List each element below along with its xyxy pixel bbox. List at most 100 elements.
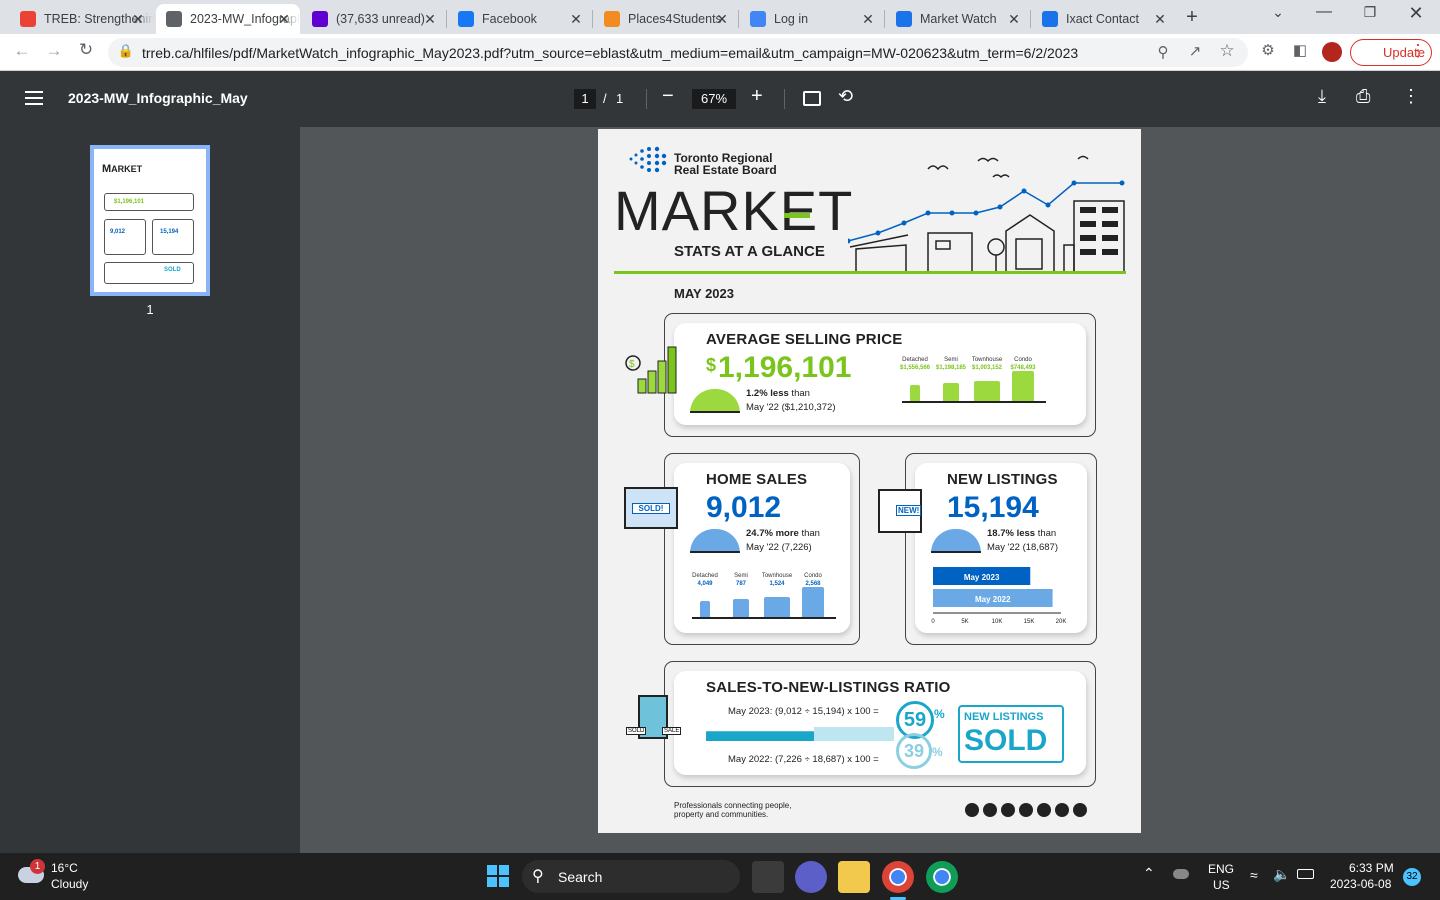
- ratio-2022-formula: May 2022: (7,226 ÷ 18,687) x 100 =: [728, 754, 879, 765]
- tab-3[interactable]: (37,633 unread) ✕: [302, 4, 446, 34]
- zoom-in-icon[interactable]: +: [751, 85, 763, 108]
- linkedin-icon[interactable]: [1001, 803, 1015, 817]
- pdf-viewport[interactable]: Toronto Regional Real Estate Board MARKE…: [300, 127, 1440, 853]
- lang-line2[interactable]: US: [1213, 878, 1230, 892]
- clock-time[interactable]: 6:33 PM: [1349, 861, 1394, 875]
- tab-6[interactable]: Log in ✕: [740, 4, 884, 34]
- page-thumbnail[interactable]: MARKET $1,196,101 9,012 15,194 SOLD: [90, 145, 210, 296]
- onedrive-icon[interactable]: [1173, 869, 1189, 879]
- chrome-app-icon[interactable]: [882, 861, 914, 893]
- zoom-input[interactable]: 67%: [692, 89, 736, 109]
- close-tab-icon[interactable]: ✕: [860, 11, 876, 28]
- file-explorer-icon[interactable]: [838, 861, 870, 893]
- weather-desc[interactable]: Cloudy: [51, 877, 88, 891]
- type-label: Detached: [692, 573, 718, 579]
- podcast-icon[interactable]: [1073, 803, 1087, 817]
- print-icon[interactable]: ⎙: [1356, 86, 1370, 107]
- more-actions-icon[interactable]: ⋮: [1402, 86, 1420, 107]
- windows-start-icon[interactable]: [487, 865, 509, 887]
- fit-page-icon[interactable]: [803, 91, 821, 106]
- chrome-menu-icon[interactable]: ⋮: [1406, 41, 1430, 61]
- youtube-icon[interactable]: [1037, 803, 1051, 817]
- house-icon: [974, 381, 1000, 401]
- tab-8[interactable]: Ixact Contact ✕: [1032, 4, 1176, 34]
- wifi-icon[interactable]: ≈: [1250, 867, 1258, 883]
- clock-date[interactable]: 2023-06-08: [1330, 877, 1391, 891]
- lock-icon[interactable]: 🔒: [114, 43, 138, 59]
- chrome-profile-icon[interactable]: [926, 861, 958, 893]
- home-sales-prev: May '22 (7,226): [746, 542, 812, 553]
- tab-7[interactable]: Market Watch ✕: [886, 4, 1030, 34]
- report-month: MAY 2023: [674, 286, 734, 301]
- lang-line1[interactable]: ENG: [1208, 862, 1234, 876]
- avg-price-heading: AVERAGE SELLING PRICE: [706, 331, 903, 348]
- money-chart-icon: $: [625, 346, 677, 394]
- close-tab-icon[interactable]: ✕: [1152, 11, 1168, 28]
- close-tab-icon[interactable]: ✕: [1006, 11, 1022, 28]
- skyline-illustration: [848, 155, 1125, 274]
- close-tab-icon[interactable]: ✕: [714, 11, 730, 28]
- close-tab-icon[interactable]: ✕: [568, 11, 584, 28]
- wordpress-icon[interactable]: [1055, 803, 1069, 817]
- facebook-icon[interactable]: [983, 803, 997, 817]
- side-panel-icon[interactable]: ◧: [1288, 41, 1312, 59]
- reload-icon[interactable]: ↻: [74, 40, 98, 60]
- toolbar-divider: [784, 89, 785, 109]
- home-sales-change: 24.7% more than: [746, 527, 820, 541]
- type-label: Semi: [944, 357, 958, 363]
- url-text[interactable]: trreb.ca/hlfiles/pdf/MarketWatch_infogra…: [142, 45, 1078, 61]
- windows-taskbar: 1 16°C Cloudy ⚲ Search ⌃ ENG US ≈ 🔈 6:33…: [0, 853, 1440, 900]
- instagram-icon[interactable]: [1019, 803, 1033, 817]
- rotate-icon[interactable]: ⟲: [838, 86, 853, 107]
- bookmark-star-icon[interactable]: ☆: [1215, 41, 1239, 61]
- tab-4[interactable]: Facebook ✕: [448, 4, 592, 34]
- minimize-icon[interactable]: —: [1312, 3, 1336, 21]
- type-label: Condo: [1014, 357, 1032, 363]
- stamp-bottom-text: SOLD: [964, 724, 1048, 757]
- tab-5[interactable]: Places4Students ✕: [594, 4, 738, 34]
- notification-badge[interactable]: 32: [1403, 868, 1421, 886]
- tray-chevron-icon[interactable]: ⌃: [1143, 865, 1155, 882]
- mail-icon: [312, 11, 328, 27]
- tab-search-chevron-icon[interactable]: ⌄: [1266, 4, 1290, 21]
- task-view-icon[interactable]: [752, 861, 784, 893]
- home-sales-value: 9,012: [706, 491, 782, 524]
- type-label: Townhouse: [761, 573, 793, 579]
- close-tab-icon[interactable]: ✕: [130, 11, 146, 28]
- weather-temp[interactable]: 16°C: [51, 861, 78, 875]
- profile-avatar[interactable]: [1322, 42, 1342, 62]
- new-tab-plus-icon[interactable]: +: [1180, 6, 1204, 29]
- page-number-input[interactable]: 1: [574, 89, 596, 109]
- avg-price-change: 1.2% less than: [746, 387, 810, 401]
- extensions-icon[interactable]: ⚙: [1256, 41, 1280, 59]
- tab-2[interactable]: 2023-MW_Infographic✕: [156, 4, 300, 34]
- twitter-icon[interactable]: [965, 803, 979, 817]
- hamburger-menu-icon[interactable]: [25, 91, 43, 105]
- download-icon[interactable]: ⤓: [1318, 86, 1326, 107]
- listings-change-tail: than: [1035, 528, 1057, 539]
- zoom-out-icon[interactable]: −: [662, 85, 674, 108]
- forward-icon[interactable]: →: [42, 41, 66, 61]
- zoom-search-icon[interactable]: ⚲: [1151, 43, 1175, 61]
- ixact-icon: [1042, 11, 1058, 27]
- type-label: Detached: [902, 357, 928, 363]
- volume-icon[interactable]: 🔈: [1273, 866, 1290, 883]
- search-box[interactable]: ⚲ Search: [522, 860, 740, 893]
- address-bar[interactable]: 🔒 trreb.ca/hlfiles/pdf/MarketWatch_infog…: [108, 38, 1248, 67]
- avg-change-tail: than: [788, 388, 810, 399]
- restore-icon[interactable]: ❐: [1358, 4, 1382, 21]
- close-window-icon[interactable]: ✕: [1404, 3, 1428, 24]
- battery-icon[interactable]: [1297, 869, 1314, 879]
- dots-icon: [896, 11, 912, 27]
- back-icon[interactable]: ←: [10, 41, 34, 61]
- globe-icon: [166, 11, 182, 27]
- market-title: MARKET: [614, 179, 854, 242]
- tab-1[interactable]: TREB: Strengthening ✕: [10, 4, 154, 34]
- close-tab-icon[interactable]: ✕: [422, 11, 438, 28]
- tab-separator: [446, 10, 447, 28]
- teams-chat-icon[interactable]: [795, 861, 827, 893]
- bar-label: May 2023: [964, 573, 1000, 582]
- share-icon[interactable]: ↗: [1183, 42, 1207, 60]
- close-tab-icon[interactable]: ✕: [276, 11, 292, 28]
- type-label: Townhouse: [971, 357, 1003, 363]
